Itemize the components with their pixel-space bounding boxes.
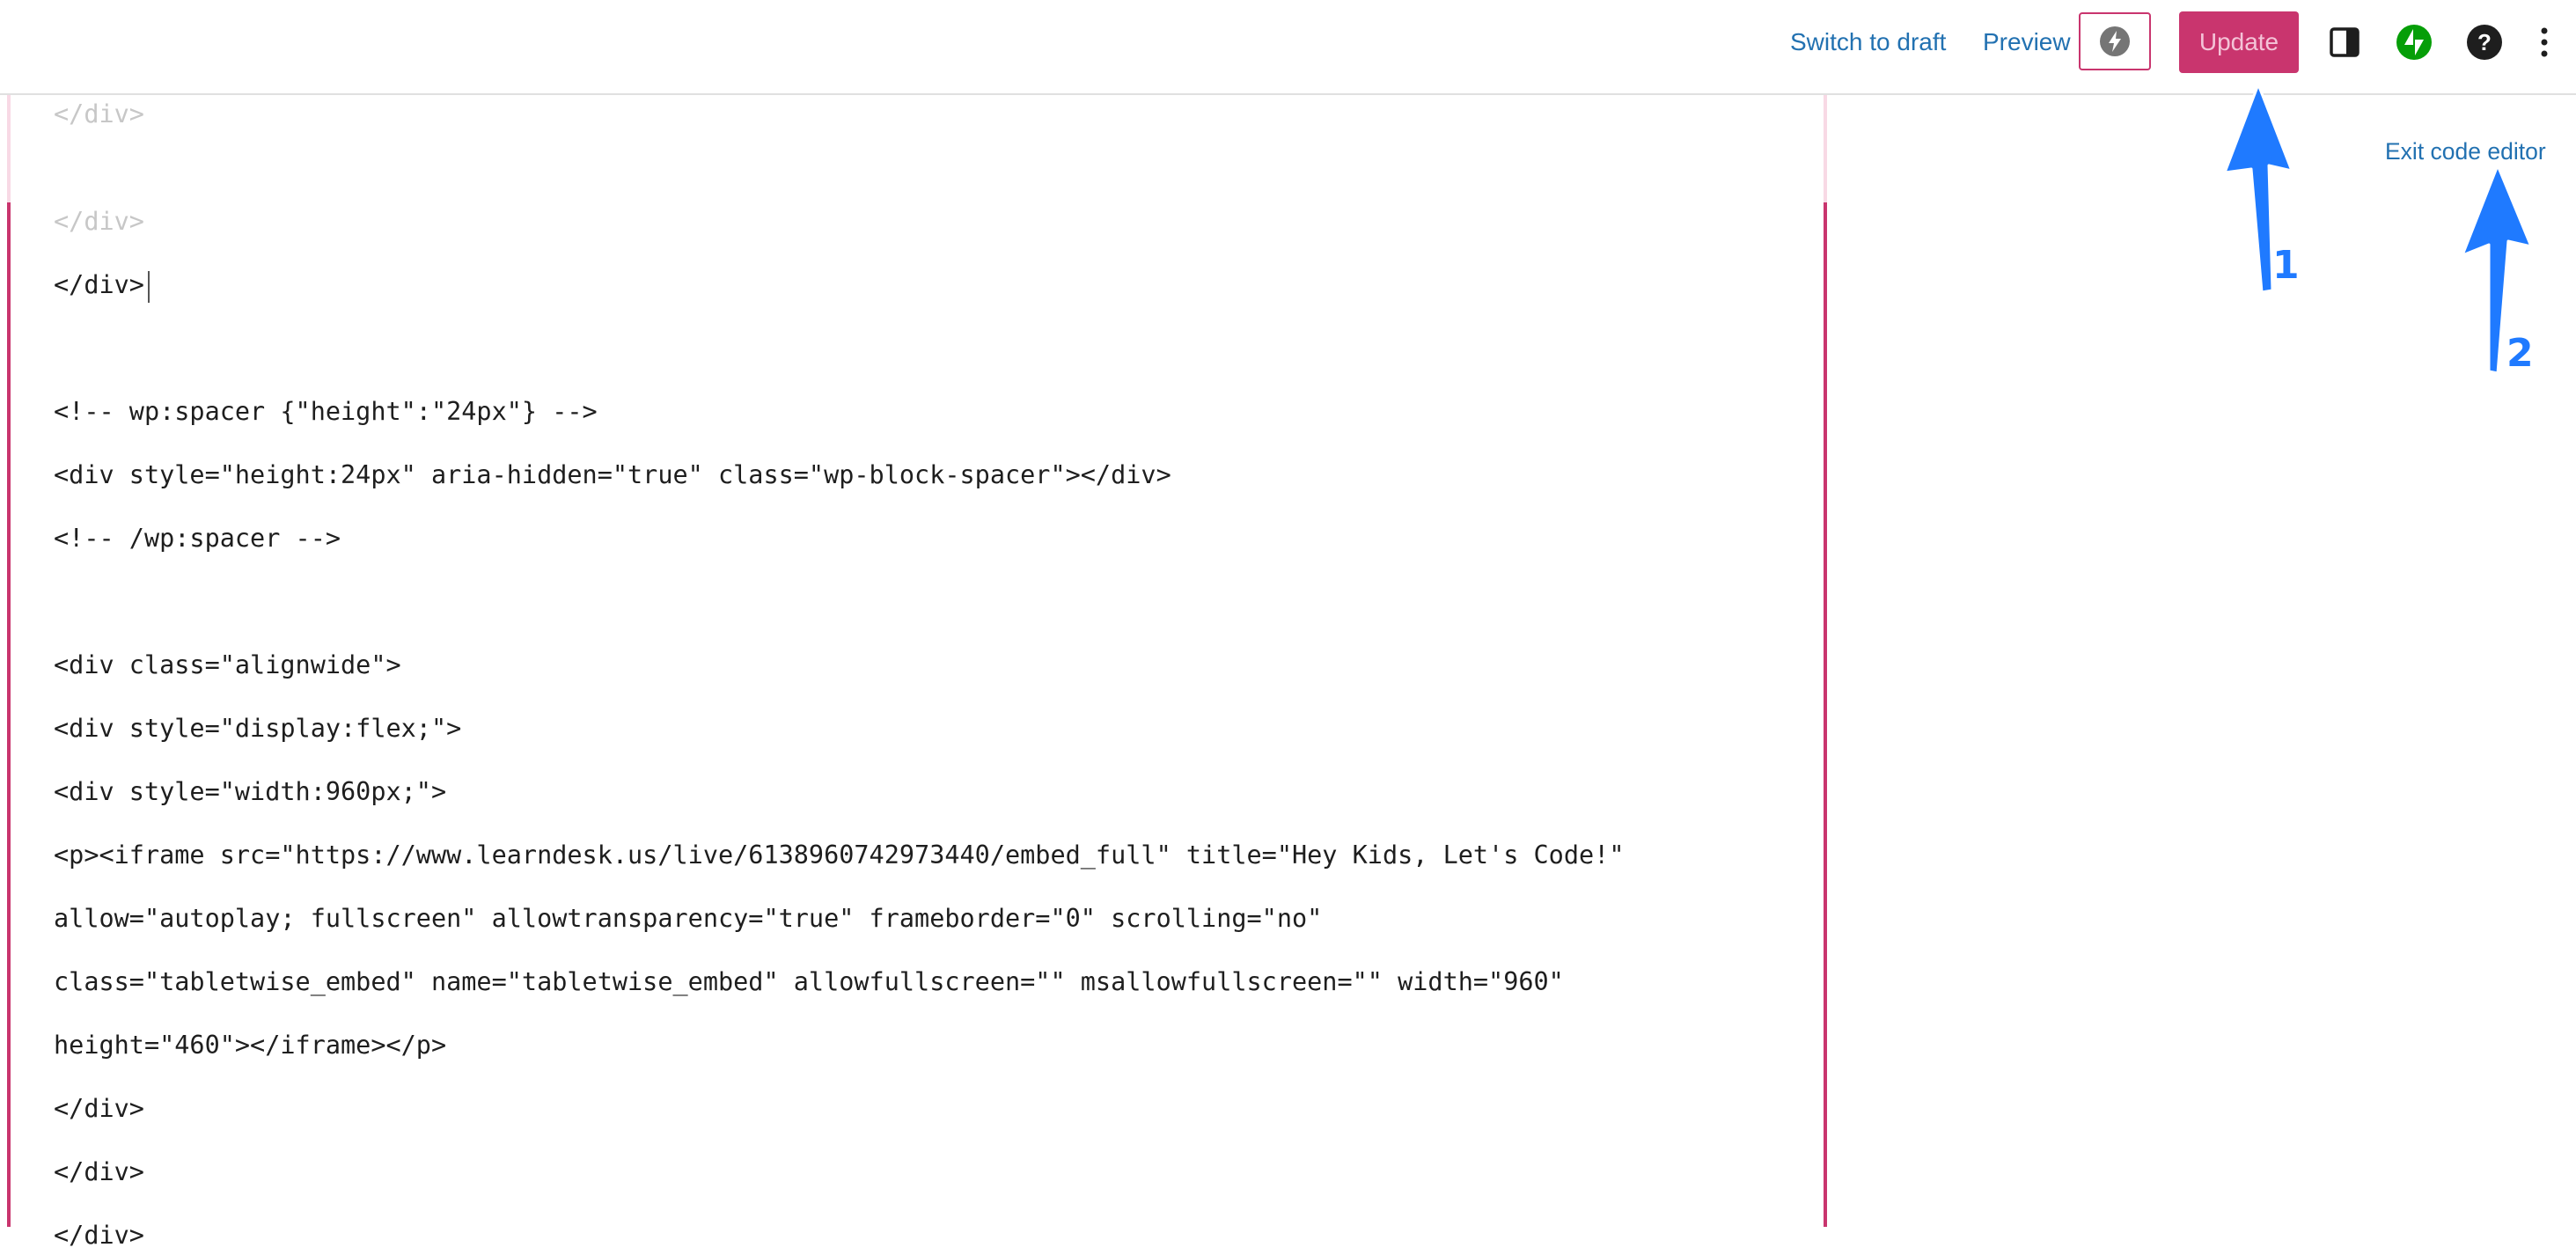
update-button[interactable]: Update bbox=[2179, 11, 2299, 73]
annotation-number-2: 2 bbox=[2506, 331, 2534, 376]
code-line: </div> bbox=[54, 207, 144, 236]
annotation-number-1: 1 bbox=[2272, 243, 2300, 288]
options-menu-button[interactable] bbox=[2531, 19, 2558, 65]
code-line: <!-- wp:spacer {"height":"24px"} --> bbox=[54, 397, 598, 426]
code-line: </div> bbox=[54, 1157, 144, 1186]
settings-sidebar-button[interactable] bbox=[2322, 19, 2367, 65]
svg-text:?: ? bbox=[2477, 29, 2492, 55]
editor-right-border-faded bbox=[1824, 95, 1827, 202]
code-line: <div class="alignwide"> bbox=[54, 650, 401, 679]
code-line: </div> bbox=[54, 1094, 144, 1123]
help-button[interactable]: ? bbox=[2462, 19, 2507, 65]
code-line: </div> bbox=[54, 270, 144, 299]
code-line: <div style="display:flex;"> bbox=[54, 714, 462, 743]
editor-header-toolbar: Switch to draft Preview Update ? bbox=[0, 0, 2576, 95]
switch-to-draft-link[interactable]: Switch to draft bbox=[1790, 25, 1946, 60]
code-line: <!-- /wp:spacer --> bbox=[54, 524, 341, 553]
code-line: allow="autoplay; fullscreen" allowtransp… bbox=[54, 904, 1323, 933]
sidebar-toggle-icon bbox=[2330, 27, 2359, 57]
lightning-bolt-icon bbox=[2100, 26, 2130, 56]
code-line: </div> bbox=[54, 1221, 144, 1250]
code-editor-textarea[interactable]: </div> </div> </div> <!-- wp:spacer {"he… bbox=[0, 95, 1827, 1250]
code-line: </div> bbox=[54, 99, 144, 128]
code-line: class="tabletwise_embed" name="tabletwis… bbox=[54, 967, 1564, 996]
preview-link[interactable]: Preview bbox=[1983, 25, 2071, 60]
jetpack-button[interactable] bbox=[2391, 19, 2437, 65]
code-line: <p><iframe src="https://www.learndesk.us… bbox=[54, 840, 1625, 870]
boost-button[interactable] bbox=[2079, 12, 2151, 70]
jetpack-icon bbox=[2396, 25, 2432, 60]
code-line: height="460"></iframe></p> bbox=[54, 1031, 447, 1060]
vertical-ellipsis-icon bbox=[2541, 27, 2548, 57]
code-line: <div style="width:960px;"> bbox=[54, 777, 447, 806]
editor-left-border-faded bbox=[7, 95, 11, 202]
editor-left-border bbox=[7, 95, 11, 1227]
help-icon: ? bbox=[2467, 25, 2502, 60]
text-cursor bbox=[148, 271, 150, 303]
code-line: <div style="height:24px" aria-hidden="tr… bbox=[54, 460, 1171, 489]
